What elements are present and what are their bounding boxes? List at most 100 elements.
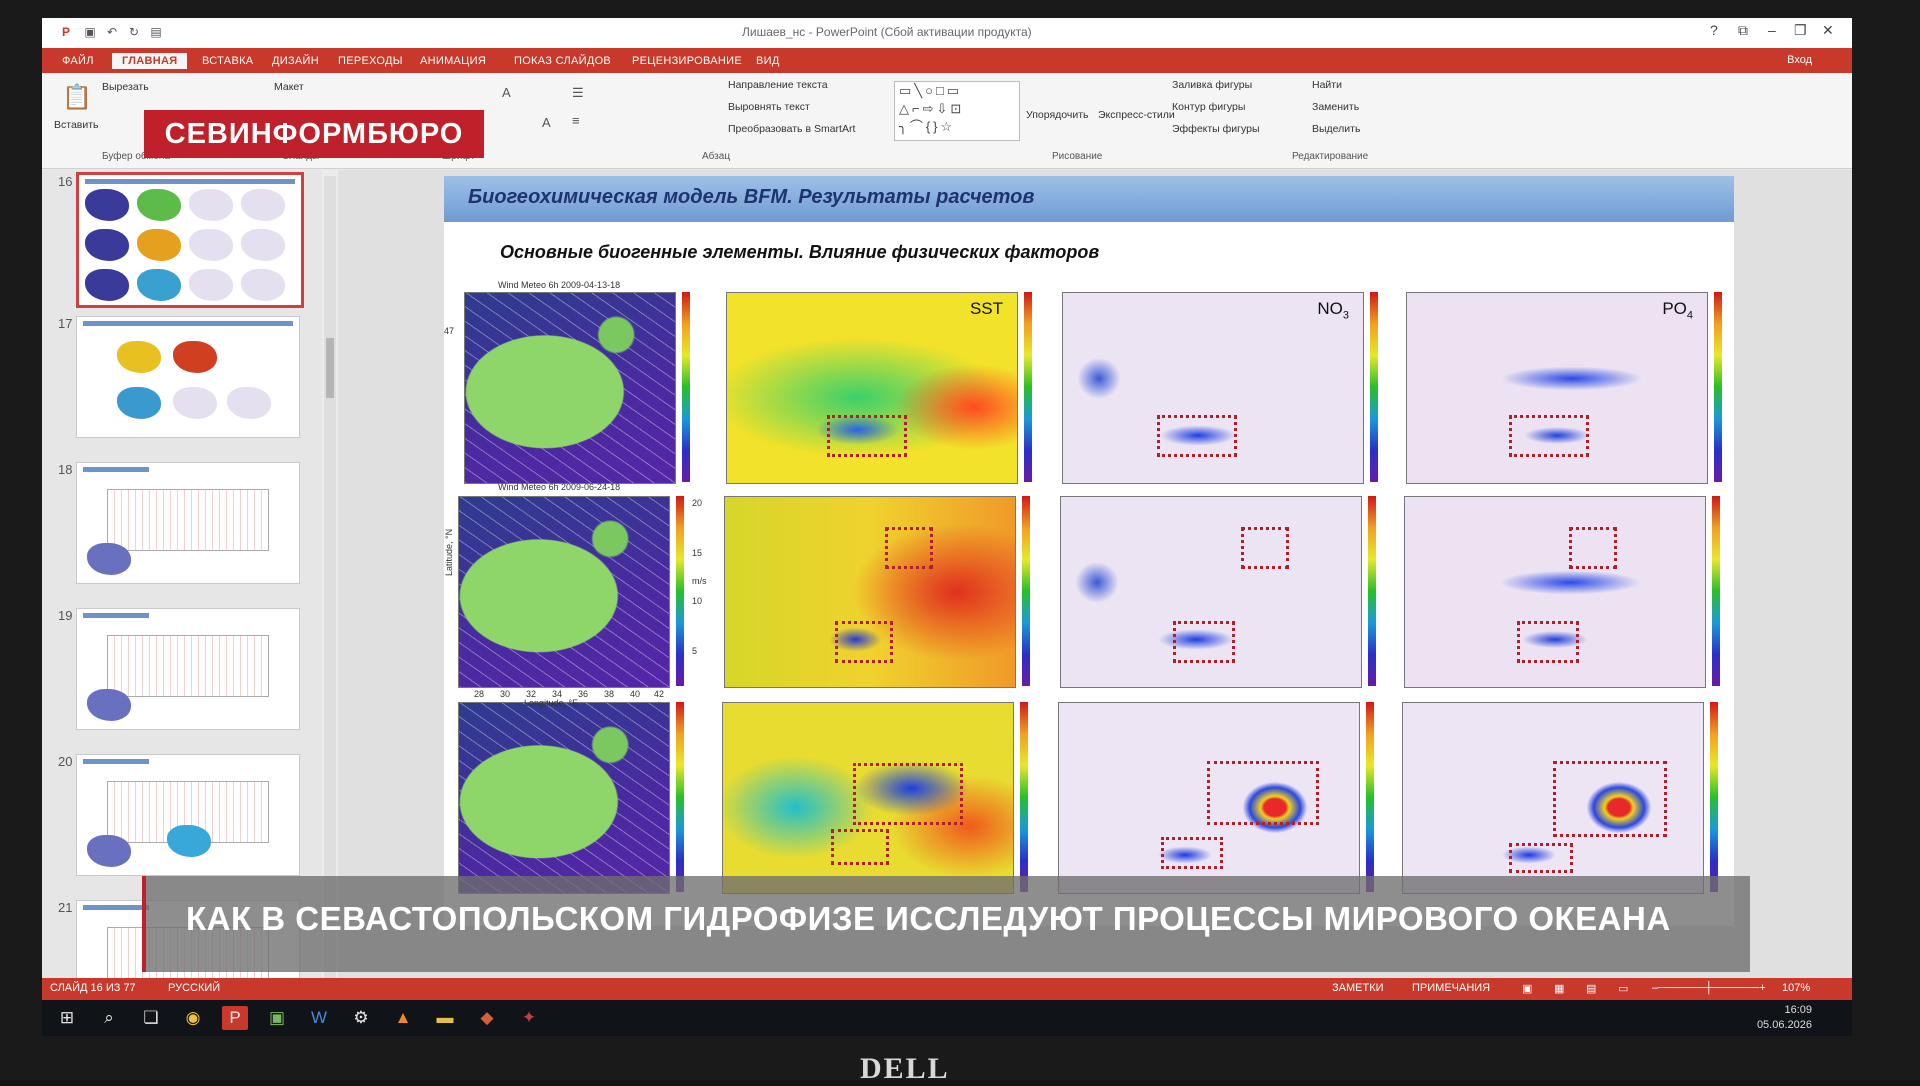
scrollbar-thumb[interactable] — [326, 338, 334, 398]
windows-start-icon[interactable]: ⊞ — [54, 1006, 80, 1030]
thumb-mini-map — [173, 387, 217, 419]
paste-button[interactable]: Вставить — [54, 119, 99, 131]
shapes-gallery[interactable]: ▭╲○□▭ △⌐⇨⇩⊡ ╮⌒{}☆ — [894, 81, 1020, 141]
slideshow-view-icon[interactable]: ▭ — [1618, 982, 1628, 995]
tab-animations[interactable]: АНИМАЦИЯ — [420, 55, 486, 67]
thumbnail-slide-17[interactable] — [76, 316, 300, 438]
slide-sorter-icon[interactable]: ▦ — [1554, 982, 1564, 995]
tab-design[interactable]: ДИЗАЙН — [272, 55, 319, 67]
select-button[interactable]: Выделить — [1312, 123, 1360, 135]
wind-map-title: Wind Meteo 6h 2009-06-24-18 — [498, 482, 621, 492]
zoom-level[interactable]: 107% — [1782, 982, 1810, 994]
settings-icon[interactable]: ⚙ — [348, 1006, 374, 1030]
highlight-box — [1173, 621, 1235, 663]
notes-button[interactable]: ЗАМЕТКИ — [1332, 982, 1384, 994]
smartart-button[interactable]: Преобразовать в SmartArt — [728, 123, 855, 135]
sign-in-link[interactable]: Вход — [1787, 54, 1812, 66]
thumb-header-bar — [83, 613, 149, 618]
thumb-mini-map — [117, 341, 161, 373]
quick-styles-button[interactable]: Экспресс-стили — [1098, 109, 1175, 121]
reading-view-icon[interactable]: ▤ — [1586, 982, 1596, 995]
font-size-up-icon[interactable]: A — [502, 85, 511, 100]
thumbnail-slide-18[interactable] — [76, 462, 300, 584]
monitor-brand-logo: DELL — [860, 1052, 950, 1085]
slide-counter: СЛАЙД 16 ИЗ 77 — [50, 982, 136, 994]
thumbnails-scrollbar[interactable] — [324, 176, 336, 996]
normal-view-icon[interactable]: ▣ — [1522, 982, 1532, 995]
app-icon[interactable]: ▣ — [264, 1006, 290, 1030]
thumb-number: 21 — [58, 900, 73, 915]
no3-map-row3 — [1058, 702, 1360, 894]
tab-transitions[interactable]: ПЕРЕХОДЫ — [338, 55, 403, 67]
vlc-icon[interactable]: ▲ — [390, 1006, 416, 1030]
shape-fill-button[interactable]: Заливка фигуры — [1172, 79, 1252, 91]
text-direction-button[interactable]: Направление текста — [728, 79, 828, 91]
close-button[interactable]: ✕ — [1822, 22, 1834, 39]
thumb-mini-map — [85, 269, 129, 301]
thumb-mini-map — [189, 229, 233, 261]
comments-button[interactable]: ПРИМЕЧАНИЯ — [1412, 982, 1490, 994]
system-clock[interactable]: 16:09 05.06.2026 — [1757, 1003, 1812, 1033]
thumb-mini-map — [87, 689, 131, 721]
tab-view[interactable]: ВИД — [756, 55, 780, 67]
layout-button[interactable]: Макет — [274, 81, 304, 93]
thumb-mini-map — [189, 189, 233, 221]
thumb-line-chart — [107, 489, 269, 551]
present-icon[interactable]: ▤ — [148, 24, 164, 40]
minimize-button[interactable]: – — [1768, 22, 1776, 38]
cut-button[interactable]: Вырезать — [102, 81, 149, 93]
app-icon[interactable]: ✦ — [516, 1006, 542, 1030]
app-icon[interactable]: ◆ — [474, 1006, 500, 1030]
drawing-group-label: Рисование — [1052, 151, 1103, 162]
chrome-icon[interactable]: ◉ — [180, 1006, 206, 1030]
po4-colorbar — [1710, 702, 1718, 892]
tab-home[interactable]: ГЛАВНАЯ — [112, 53, 188, 69]
find-button[interactable]: Найти — [1312, 79, 1342, 91]
thumbnail-slide-16[interactable] — [76, 172, 304, 308]
zoom-slider[interactable]: –──────┼──────+ — [1652, 982, 1766, 994]
font-color-icon[interactable]: A — [542, 115, 551, 130]
search-icon[interactable]: ⌕ — [96, 1006, 122, 1030]
undo-icon[interactable]: ↶ — [104, 24, 120, 40]
sst-map-row1: SST — [726, 292, 1018, 484]
thumbnail-slide-19[interactable] — [76, 608, 300, 730]
current-slide[interactable]: Биогеохимическая модель BFM. Результаты … — [444, 176, 1734, 926]
replace-button[interactable]: Заменить — [1312, 101, 1359, 113]
slide-header-bar: Биогеохимическая модель BFM. Результаты … — [444, 176, 1734, 222]
document-title: Лишаев_нс - PowerPoint (Сбой активации п… — [742, 25, 1032, 39]
task-view-icon[interactable]: ❏ — [138, 1006, 164, 1030]
highlight-box — [1207, 761, 1319, 825]
shape-outline-button[interactable]: Контур фигуры — [1172, 101, 1245, 113]
ribbon-options-button[interactable]: ⧉ — [1738, 22, 1748, 39]
broadcaster-logo: СЕВИНФОРМБЮРО — [144, 110, 484, 158]
sst-map-row2 — [724, 496, 1016, 688]
shape-effects-button[interactable]: Эффекты фигуры — [1172, 123, 1260, 135]
help-button[interactable]: ? — [1710, 22, 1718, 38]
tab-review[interactable]: РЕЦЕНЗИРОВАНИЕ — [632, 55, 742, 67]
word-icon[interactable]: W — [306, 1006, 332, 1030]
powerpoint-icon[interactable]: P — [222, 1006, 248, 1030]
redo-icon[interactable]: ↻ — [126, 24, 142, 40]
folder-icon[interactable]: ▬ — [432, 1006, 458, 1030]
lon-tick: 36 — [578, 689, 589, 699]
maximize-button[interactable]: ❐ — [1794, 22, 1807, 39]
thumb-number: 18 — [58, 462, 73, 477]
thumbnail-slide-20[interactable] — [76, 754, 300, 876]
thumb-header-bar — [83, 321, 293, 326]
arrange-button[interactable]: Упорядочить — [1026, 109, 1088, 121]
paste-icon[interactable]: 📋 — [62, 83, 92, 112]
thumb-mini-map — [87, 543, 131, 575]
longitude-label: Longitude, °E — [524, 698, 579, 708]
po4-label: PO4 — [1662, 299, 1693, 322]
bullets-icon[interactable]: ☰ — [572, 85, 584, 101]
save-icon[interactable]: ▣ — [82, 24, 98, 40]
align-text-button[interactable]: Выровнять текст — [728, 101, 810, 113]
lon-tick: 38 — [604, 689, 615, 699]
tab-file[interactable]: ФАЙЛ — [62, 55, 94, 67]
no3-colorbar — [1366, 702, 1374, 892]
language-indicator[interactable]: РУССКИЙ — [168, 982, 220, 994]
clock-time: 16:09 — [1784, 1004, 1812, 1016]
align-left-icon[interactable]: ≡ — [572, 113, 580, 128]
tab-slideshow[interactable]: ПОКАЗ СЛАЙДОВ — [514, 55, 611, 67]
tab-insert[interactable]: ВСТАВКА — [202, 55, 253, 67]
